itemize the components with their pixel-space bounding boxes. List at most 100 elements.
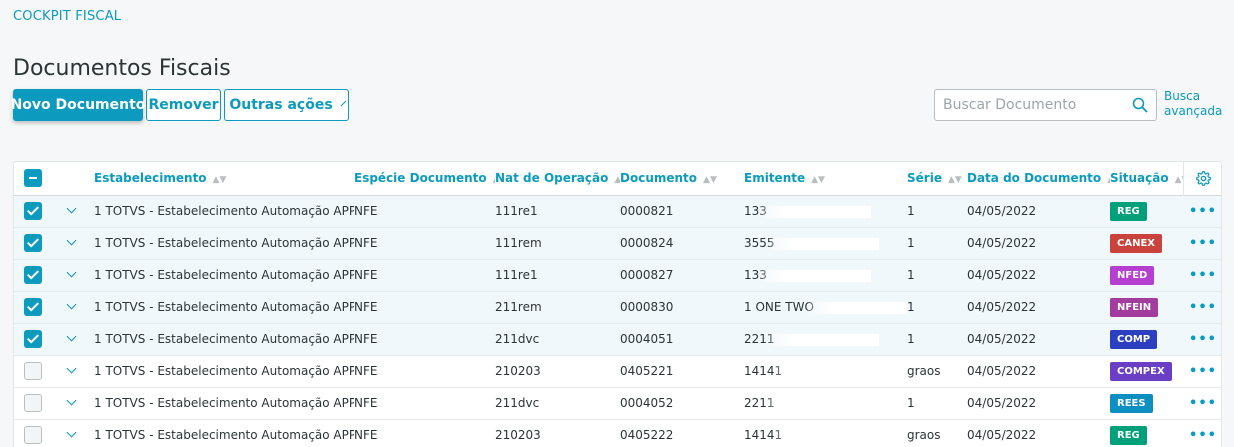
- redaction-mask: [760, 269, 871, 282]
- cell-especie: NFE: [354, 300, 378, 314]
- chevron-down-icon[interactable]: [66, 331, 77, 342]
- advanced-search-link[interactable]: Busca avançada: [1164, 89, 1224, 119]
- column-header[interactable]: Série ▲▼: [907, 162, 967, 195]
- select-all-checkbox[interactable]: [24, 169, 42, 188]
- cell-nat-operacao: 111re1: [495, 204, 538, 218]
- cell-emitente: 2211: [744, 323, 907, 355]
- cell-documento: 0004051: [620, 332, 674, 346]
- redaction-mask: [768, 237, 879, 250]
- advanced-search-label-1: Busca: [1164, 89, 1201, 103]
- column-header[interactable]: Nat de Operação▲▼: [495, 162, 620, 195]
- cell-estabelecimento: 1 TOTVS - Estabelecimento Automação APP: [94, 268, 354, 282]
- status-badge: REG: [1110, 425, 1147, 445]
- column-header[interactable]: Data do Documento▲▼: [967, 162, 1110, 195]
- cell-data: 04/05/2022: [967, 268, 1037, 282]
- table-row[interactable]: 1 TOTVS - Estabelecimento Automação APP N…: [14, 419, 1221, 447]
- cell-emitente: 14141: [744, 355, 907, 387]
- chevron-down-icon[interactable]: [66, 299, 77, 310]
- table-row[interactable]: 1 TOTVS - Estabelecimento Automação APP N…: [14, 259, 1221, 291]
- gear-icon[interactable]: [1195, 170, 1211, 186]
- redaction-mask: [768, 333, 879, 346]
- sort-icon: ▲▼: [212, 175, 227, 186]
- cell-nat-operacao: 210203: [495, 428, 541, 442]
- new-document-button[interactable]: Novo Documento: [11, 89, 145, 121]
- row-checkbox[interactable]: [24, 202, 42, 220]
- cell-data: 04/05/2022: [967, 204, 1037, 218]
- advanced-search-label-2: avançada: [1164, 104, 1223, 118]
- search-icon[interactable]: [1132, 97, 1148, 113]
- cell-nat-operacao: 211dvc: [495, 332, 540, 346]
- more-horizontal-icon[interactable]: •••: [1189, 332, 1217, 347]
- more-horizontal-icon[interactable]: •••: [1189, 268, 1217, 283]
- status-badge: CANEX: [1110, 233, 1162, 253]
- cell-nat-operacao: 211rem: [495, 300, 542, 314]
- cell-estabelecimento: 1 TOTVS - Estabelecimento Automação APP: [94, 364, 354, 378]
- chevron-down-icon: [340, 100, 346, 106]
- cell-estabelecimento: 1 TOTVS - Estabelecimento Automação APP: [94, 300, 354, 314]
- table-row[interactable]: 1 TOTVS - Estabelecimento Automação APP N…: [14, 195, 1221, 227]
- column-header[interactable]: Documento ▲▼: [620, 162, 744, 195]
- cell-estabelecimento: 1 TOTVS - Estabelecimento Automação APP: [94, 204, 354, 218]
- action-toolbar: Novo Documento Remover Outras ações: [11, 89, 349, 121]
- column-header[interactable]: Emitente ▲▼: [744, 162, 907, 195]
- table-row[interactable]: 1 TOTVS - Estabelecimento Automação APP N…: [14, 227, 1221, 259]
- more-actions-button[interactable]: Outras ações: [224, 89, 349, 121]
- column-header[interactable]: Estabelecimento ▲▼: [94, 162, 354, 195]
- more-horizontal-icon[interactable]: •••: [1189, 204, 1217, 219]
- column-header[interactable]: Situação▲▼: [1110, 162, 1183, 195]
- sort-icon: ▲▼: [703, 175, 717, 186]
- column-header[interactable]: Espécie Documento▲▼: [354, 162, 495, 195]
- cell-emitente: 3555: [744, 227, 907, 259]
- cell-data: 04/05/2022: [967, 396, 1037, 410]
- redaction-mask: [776, 429, 887, 442]
- cell-serie: 1: [907, 332, 915, 346]
- table-row[interactable]: 1 TOTVS - Estabelecimento Automação APP N…: [14, 323, 1221, 355]
- row-checkbox[interactable]: [24, 298, 42, 316]
- chevron-down-icon[interactable]: [66, 267, 77, 278]
- more-horizontal-icon[interactable]: •••: [1189, 236, 1217, 251]
- chevron-down-icon[interactable]: [66, 235, 77, 246]
- cell-data: 04/05/2022: [967, 236, 1037, 250]
- cell-estabelecimento: 1 TOTVS - Estabelecimento Automação APP: [94, 428, 354, 442]
- table-row[interactable]: 1 TOTVS - Estabelecimento Automação APP N…: [14, 387, 1221, 419]
- cell-emitente: 1 ONE TWO: [744, 291, 907, 323]
- row-checkbox[interactable]: [24, 426, 42, 444]
- status-badge: COMPEX: [1110, 361, 1172, 381]
- chevron-down-icon[interactable]: [66, 427, 77, 438]
- sort-icon: ▲▼: [947, 175, 962, 186]
- cell-serie: graos: [907, 428, 941, 442]
- cell-serie: 1: [907, 268, 915, 282]
- more-horizontal-icon[interactable]: •••: [1189, 364, 1217, 379]
- cell-especie: NFE: [354, 428, 378, 442]
- status-badge: NFEIN: [1110, 297, 1159, 317]
- cell-estabelecimento: 1 TOTVS - Estabelecimento Automação APP: [94, 396, 354, 410]
- remove-button[interactable]: Remover: [146, 89, 221, 121]
- app-name: COCKPIT FISCAL: [13, 9, 122, 24]
- redaction-mask: [768, 397, 879, 410]
- table-row[interactable]: 1 TOTVS - Estabelecimento Automação APP N…: [14, 355, 1221, 387]
- cell-especie: NFE: [354, 396, 378, 410]
- search-input[interactable]: [943, 97, 1132, 113]
- table-header: Estabelecimento▲▼ Espécie Documento▲▼ Na…: [14, 162, 1221, 195]
- cell-especie: NFE: [354, 332, 378, 346]
- more-horizontal-icon[interactable]: •••: [1189, 396, 1217, 411]
- chevron-down-icon[interactable]: [66, 203, 77, 214]
- cell-documento: 0000821: [620, 204, 674, 218]
- more-horizontal-icon[interactable]: •••: [1189, 428, 1217, 443]
- chevron-down-icon[interactable]: [66, 395, 77, 406]
- cell-especie: NFE: [354, 204, 378, 218]
- chevron-down-icon[interactable]: [66, 363, 77, 374]
- row-checkbox[interactable]: [24, 394, 42, 412]
- table-row[interactable]: 1 TOTVS - Estabelecimento Automação APP N…: [14, 291, 1221, 323]
- more-horizontal-icon[interactable]: •••: [1189, 300, 1217, 315]
- cell-documento: 0000830: [620, 300, 674, 314]
- row-checkbox[interactable]: [24, 330, 42, 348]
- cell-especie: NFE: [354, 236, 378, 250]
- cell-serie: 1: [907, 236, 915, 250]
- row-checkbox[interactable]: [24, 234, 42, 252]
- cell-emitente: 2211: [744, 387, 907, 419]
- cell-nat-operacao: 111re1: [495, 268, 538, 282]
- row-checkbox[interactable]: [24, 362, 42, 380]
- row-checkbox[interactable]: [24, 266, 42, 284]
- redaction-mask: [760, 205, 871, 218]
